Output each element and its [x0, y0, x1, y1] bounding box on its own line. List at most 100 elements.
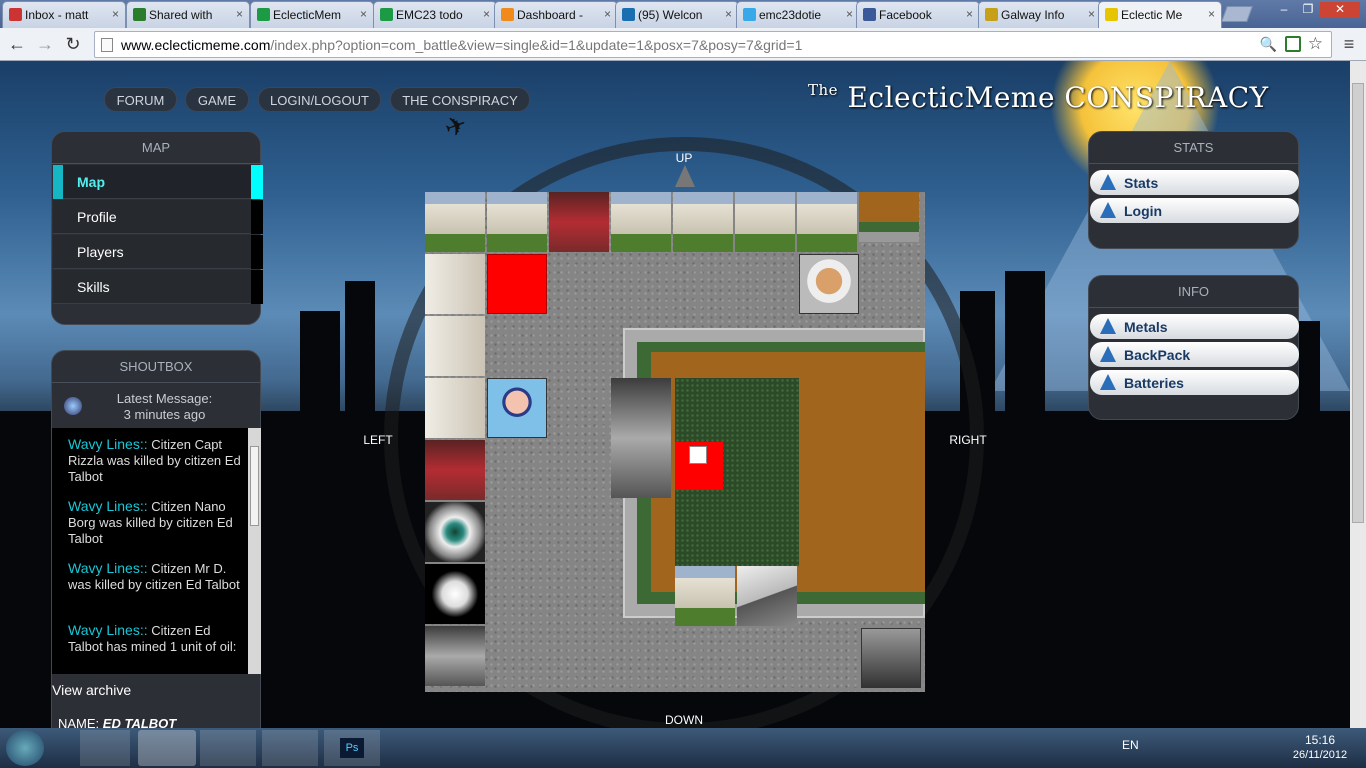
shout-author[interactable]: Wavy Lines::: [68, 498, 148, 514]
map-tile-building[interactable]: [673, 192, 733, 252]
map-menu-item-profile[interactable]: Profile: [53, 200, 263, 234]
minimize-button[interactable]: ‒: [1272, 2, 1296, 18]
map-tile-shop[interactable]: [549, 192, 609, 252]
browser-tab[interactable]: EclecticMem ×: [250, 1, 374, 28]
up-arrow-icon[interactable]: [675, 165, 695, 187]
close-window-button[interactable]: ✕: [1320, 2, 1360, 18]
map-tile-building[interactable]: [425, 316, 485, 376]
map-tile-building[interactable]: [797, 192, 857, 252]
map-tile-building[interactable]: [611, 192, 671, 252]
browser-tab[interactable]: (95) Welcon ×: [615, 1, 739, 28]
shout-author[interactable]: Wavy Lines::: [68, 436, 148, 452]
backpack-button[interactable]: BackPack: [1090, 342, 1299, 367]
chrome-taskbar-icon[interactable]: [138, 730, 196, 766]
excel-taskbar-icon[interactable]: [200, 730, 256, 766]
map-tile-tent[interactable]: [737, 566, 797, 626]
stats-title: STATS: [1089, 132, 1298, 164]
current-player-tile[interactable]: [675, 442, 723, 490]
tab-close-icon[interactable]: ×: [604, 7, 611, 21]
browser-tab[interactable]: emc23dotie ×: [736, 1, 860, 28]
move-down-button[interactable]: DOWN: [654, 713, 714, 727]
map-tile-shopfront[interactable]: [611, 378, 671, 498]
zoom-icon[interactable]: 🔍: [1260, 36, 1277, 53]
tab-close-icon[interactable]: ×: [236, 7, 243, 21]
chrome-menu-icon[interactable]: ≡: [1340, 34, 1358, 55]
shoutbox-messages[interactable]: Wavy Lines:: Citizen Capt Rizzla was kil…: [52, 428, 261, 674]
nav-the-conspiracy[interactable]: THE CONSPIRACY: [390, 87, 530, 112]
browser-tab[interactable]: Shared with ×: [126, 1, 250, 28]
tab-close-icon[interactable]: ×: [725, 7, 732, 21]
nav-login-logout[interactable]: LOGIN/LOGOUT: [258, 87, 381, 112]
map-tile-building[interactable]: [735, 192, 795, 252]
move-right-button[interactable]: RIGHT: [938, 433, 998, 447]
browser-tab[interactable]: Galway Info ×: [978, 1, 1102, 28]
browser-tab[interactable]: Dashboard - ×: [494, 1, 618, 28]
browser-tab[interactable]: Inbox - matt ×: [2, 1, 126, 28]
back-button[interactable]: ←: [6, 33, 28, 55]
tab-close-icon[interactable]: ×: [846, 7, 853, 21]
clock-time[interactable]: 15:16: [1290, 733, 1350, 747]
language-indicator[interactable]: EN: [1122, 738, 1139, 752]
shoutbox-scrollbar[interactable]: [248, 428, 261, 674]
scrollbar-thumb[interactable]: [250, 446, 259, 526]
map-menu-item-players[interactable]: Players: [53, 235, 263, 269]
reload-button[interactable]: ↻: [62, 33, 84, 55]
tab-close-icon[interactable]: ×: [112, 7, 119, 21]
forward-button[interactable]: →: [34, 33, 56, 55]
extension-icon[interactable]: [1285, 36, 1301, 52]
map-tile-storefront[interactable]: [425, 626, 485, 686]
player-avatar-boy[interactable]: [487, 378, 547, 438]
metals-button[interactable]: Metals: [1090, 314, 1299, 339]
map-tile-office[interactable]: [675, 566, 735, 626]
map-tile-burst[interactable]: [425, 564, 485, 624]
tab-close-icon[interactable]: ×: [360, 7, 367, 21]
browser-tab[interactable]: EMC23 todo ×: [373, 1, 497, 28]
map-tile-building[interactable]: [425, 254, 485, 314]
page-scrollbar-thumb[interactable]: [1352, 83, 1364, 523]
explorer-taskbar-icon[interactable]: [80, 730, 130, 766]
stats-button[interactable]: Stats: [1090, 170, 1299, 195]
name-value: ED TALBOT: [102, 716, 177, 728]
metals-button-label: Metals: [1124, 319, 1168, 335]
player-avatar-soldier[interactable]: [861, 628, 921, 688]
nav-game[interactable]: GAME: [185, 87, 249, 112]
tab-close-icon[interactable]: ×: [966, 7, 973, 21]
tab-close-icon[interactable]: ×: [483, 7, 490, 21]
page-scrollbar[interactable]: [1350, 61, 1366, 728]
view-archive-link[interactable]: View archive: [52, 682, 131, 698]
map-tile-building[interactable]: [487, 192, 547, 252]
start-button[interactable]: [6, 730, 44, 766]
tab-favicon: [743, 8, 756, 21]
move-up-button[interactable]: UP: [654, 151, 714, 165]
nav-forum[interactable]: FORUM: [104, 87, 177, 112]
maximize-button[interactable]: ❐: [1296, 2, 1320, 18]
new-tab-button[interactable]: [1221, 6, 1253, 22]
menu-item-edge: [251, 235, 263, 269]
player-avatar-old-woman[interactable]: [799, 254, 859, 314]
map-menu-item-skills[interactable]: Skills: [53, 270, 263, 304]
eye-icon[interactable]: [425, 502, 485, 562]
bookmark-star-icon[interactable]: ☆: [1308, 34, 1323, 54]
address-bar[interactable]: www.eclecticmeme.com/index.php?option=co…: [94, 31, 1332, 58]
map-menu-item-map[interactable]: Map: [53, 165, 263, 199]
map-tile-restaurant[interactable]: [425, 440, 485, 500]
login-button[interactable]: Login: [1090, 198, 1299, 223]
browser-tab[interactable]: Facebook ×: [856, 1, 980, 28]
map-tile-road[interactable]: [859, 192, 919, 242]
site-logo[interactable]: The EclecticMeme CONSPIRACY: [808, 81, 1269, 114]
game-map-grid[interactable]: [425, 192, 925, 692]
photoshop-taskbar-icon[interactable]: Ps: [324, 730, 380, 766]
browser-tab[interactable]: Eclectic Me ×: [1098, 1, 1222, 29]
shout-author[interactable]: Wavy Lines::: [68, 622, 148, 638]
tab-close-icon[interactable]: ×: [1088, 7, 1095, 21]
clock-date[interactable]: 26/11/2012: [1280, 749, 1360, 761]
menu-item-label: Profile: [77, 209, 117, 225]
batteries-button[interactable]: Batteries: [1090, 370, 1299, 395]
itunes-taskbar-icon[interactable]: [262, 730, 318, 766]
tab-close-icon[interactable]: ×: [1208, 7, 1215, 21]
map-tile-red-marker[interactable]: [487, 254, 547, 314]
map-tile-building[interactable]: [425, 378, 485, 438]
move-left-button[interactable]: LEFT: [348, 433, 408, 447]
map-tile-building[interactable]: [425, 192, 485, 252]
shout-author[interactable]: Wavy Lines::: [68, 560, 148, 576]
